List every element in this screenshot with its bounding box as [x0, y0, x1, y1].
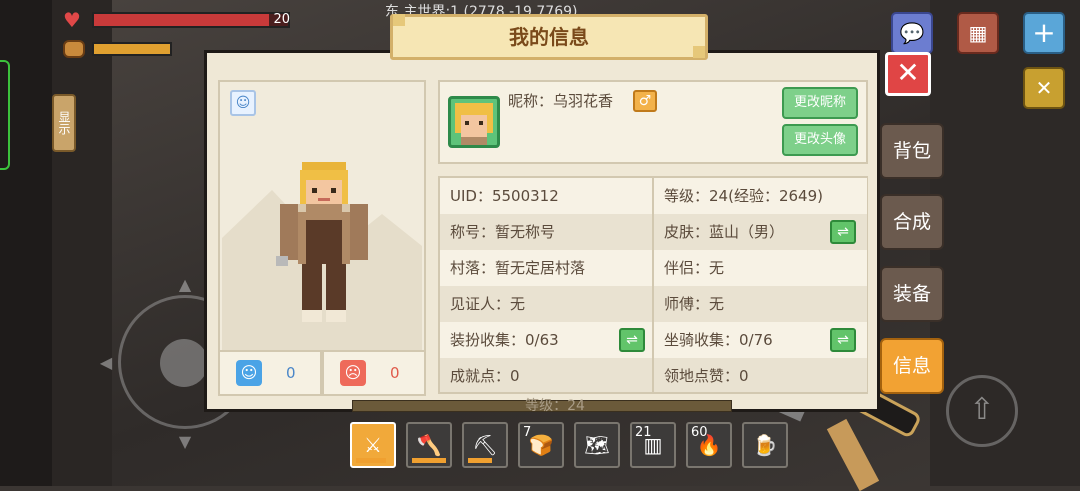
nickname-text: 昵称：乌羽花香: [508, 92, 614, 110]
info-master: 师傅：无: [654, 286, 867, 322]
skin-badge-icon[interactable]: ☺: [230, 90, 256, 116]
info-territory-likes: 领地点赞：0: [654, 358, 867, 392]
avatar-face: [455, 103, 493, 145]
hotbar-slot[interactable]: 21 ▥: [630, 422, 676, 468]
info-title: 称号：暂无称号: [440, 214, 653, 250]
tab-equip[interactable]: 装备: [880, 266, 944, 322]
wall-shadow: [52, 0, 112, 486]
arrow-left-icon: ◀: [99, 353, 113, 372]
table-divider: [652, 178, 654, 392]
info-achievement-points: 成就点：0: [440, 358, 653, 392]
slot-count: 21: [635, 425, 652, 440]
map-icon: 🗺: [584, 433, 610, 457]
frown-icon: ☹: [340, 360, 366, 386]
swap-mount-icon[interactable]: ⇌: [830, 328, 856, 352]
health-bar-fill: [94, 14, 269, 26]
banner-corner: [393, 14, 405, 26]
hotbar-slot[interactable]: 7 🍞: [518, 422, 564, 468]
arrow-down-icon: ▼: [178, 432, 192, 451]
swap-skin-icon[interactable]: ⇌: [830, 220, 856, 244]
hunger-icon: [63, 40, 85, 58]
hunger-bar: [92, 42, 172, 56]
smile-icon: ☺: [236, 360, 262, 386]
hotbar-slot[interactable]: 🍺: [742, 422, 788, 468]
durability-bar: [468, 458, 492, 463]
health-value: 20: [273, 12, 290, 27]
like-blue-cell[interactable]: ☺ 0: [218, 350, 322, 396]
arrow-up-icon: ▲: [178, 275, 192, 294]
slot-count: 7: [523, 425, 532, 440]
change-nickname-button[interactable]: 更改昵称: [782, 87, 858, 119]
hotbar-slot[interactable]: 🗺: [574, 422, 620, 468]
close-button[interactable]: ✕: [885, 52, 931, 96]
level-label: 等级：24: [525, 398, 585, 414]
heart-icon: ♥: [63, 8, 81, 32]
info-witness: 见证人：无: [440, 286, 653, 322]
avatar[interactable]: [448, 96, 500, 148]
axe-icon: 🪓: [416, 433, 442, 457]
character-model: [276, 162, 368, 322]
tab-craft[interactable]: 合成: [880, 194, 944, 250]
change-avatar-button[interactable]: 更改头像: [782, 124, 858, 156]
like-red-count: 0: [390, 364, 400, 382]
left-edge-indicator: [0, 60, 10, 170]
hunger-bar-fill: [94, 44, 170, 54]
joystick-knob[interactable]: [160, 339, 208, 387]
pickaxe-icon: ⛏: [472, 433, 498, 457]
durability-bar: [412, 458, 446, 463]
info-village: 村落：暂无定居村落: [440, 250, 653, 286]
show-tab-button[interactable]: 显示: [52, 94, 76, 152]
hotbar-slot[interactable]: 60 🔥: [686, 422, 732, 468]
durability-bar: [356, 458, 386, 463]
hotbar-slot[interactable]: ⛏: [462, 422, 508, 468]
hotbar-slot[interactable]: 🪓: [406, 422, 452, 468]
plus-icon[interactable]: +: [1023, 12, 1065, 54]
crossed-swords-icon[interactable]: ✕: [1023, 67, 1065, 109]
info-level: 等级：24(经验：2649): [654, 178, 867, 214]
info-uid: UID：5500312: [440, 178, 653, 214]
tab-backpack[interactable]: 背包: [880, 123, 944, 179]
info-partner: 伴侣：无: [654, 250, 867, 286]
mug-icon: 🍺: [752, 433, 778, 457]
jump-button[interactable]: ⇧: [946, 375, 1018, 447]
sword-icon: ⚔: [364, 433, 382, 457]
slot-count: 60: [691, 425, 708, 440]
hotbar-slot[interactable]: ⚔: [350, 422, 396, 468]
panel-title: 我的信息: [390, 14, 708, 60]
chat-icon[interactable]: 💬: [891, 12, 933, 54]
swap-outfit-icon[interactable]: ⇌: [619, 328, 645, 352]
gender-male-icon[interactable]: ♂: [633, 90, 657, 112]
like-blue-count: 0: [286, 364, 296, 382]
like-red-cell[interactable]: ☹ 0: [322, 350, 426, 396]
bread-icon: 🍞: [528, 433, 554, 457]
shop-icon[interactable]: ▦: [957, 12, 999, 54]
banner-corner: [693, 46, 705, 58]
tab-info[interactable]: 信息: [880, 338, 944, 394]
